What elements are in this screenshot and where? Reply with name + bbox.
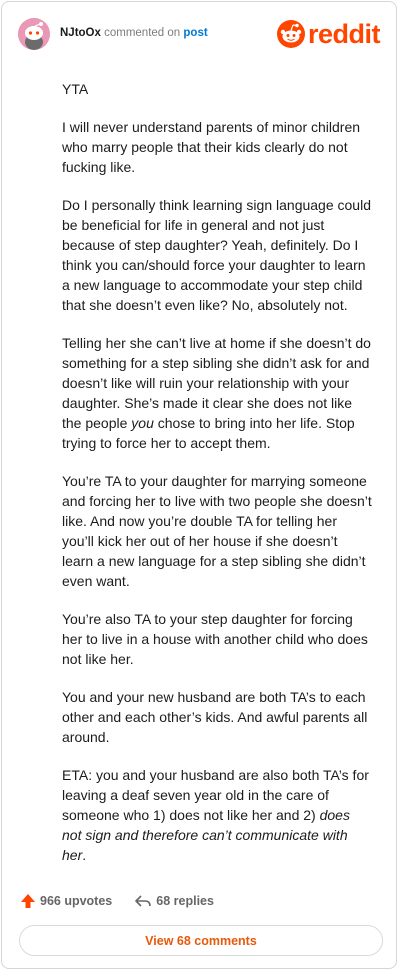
comment-actions: 966 upvotes 68 replies	[20, 891, 236, 911]
paragraph-text: I will never understand parents of minor…	[62, 119, 361, 175]
reddit-snoo-icon	[276, 20, 305, 48]
upvote-count: 966 upvotes	[40, 894, 113, 908]
comment-paragraph: YTA	[62, 79, 372, 99]
comment-paragraph: Telling her she can’t live at home if sh…	[62, 333, 372, 453]
comment-paragraph: Do I personally think learning sign lang…	[62, 195, 372, 315]
reddit-wordmark: reddit	[307, 19, 381, 49]
upvote-arrow-icon	[21, 894, 35, 908]
comment-card: NJtoOx commented on post reddit YTA I wil…	[1, 1, 397, 969]
paragraph-text: You and your new husband are both TA’s t…	[62, 689, 368, 745]
paragraph-text: You’re also TA to your step daughter for…	[62, 611, 368, 667]
comment-paragraph: ETA: you and your husband are also both …	[62, 765, 372, 865]
replies-button[interactable]: 68 replies	[134, 893, 214, 909]
comment-paragraph: You’re TA to your daughter for marrying …	[62, 471, 372, 591]
action-text: commented on	[104, 27, 181, 39]
comment-paragraph: I will never understand parents of minor…	[62, 117, 372, 177]
emphasis-text: you	[131, 415, 154, 431]
snoo-avatar-icon[interactable]	[18, 18, 50, 50]
reply-arrow-icon	[135, 895, 152, 907]
comment-paragraph: You and your new husband are both TA’s t…	[62, 687, 372, 747]
upvote-button[interactable]: 966 upvotes	[20, 893, 112, 909]
paragraph-text: Do I personally think learning sign lang…	[62, 197, 371, 313]
replies-count: 68 replies	[156, 894, 214, 908]
reddit-logo[interactable]: reddit	[276, 18, 381, 50]
comment-body: YTA I will never understand parents of mi…	[62, 79, 372, 883]
view-comments-button[interactable]: View 68 comments	[19, 925, 383, 956]
paragraph-text: YTA	[62, 81, 89, 97]
post-link[interactable]: post	[183, 27, 207, 39]
username[interactable]: NJtoOx	[60, 27, 101, 39]
comment-meta: NJtoOx commented on post	[60, 27, 208, 39]
paragraph-text: You’re TA to your daughter for marrying …	[62, 473, 372, 589]
comment-header: NJtoOx commented on post reddit	[18, 18, 381, 52]
comment-paragraph: You’re also TA to your step daughter for…	[62, 609, 372, 669]
paragraph-text: .	[82, 847, 87, 863]
